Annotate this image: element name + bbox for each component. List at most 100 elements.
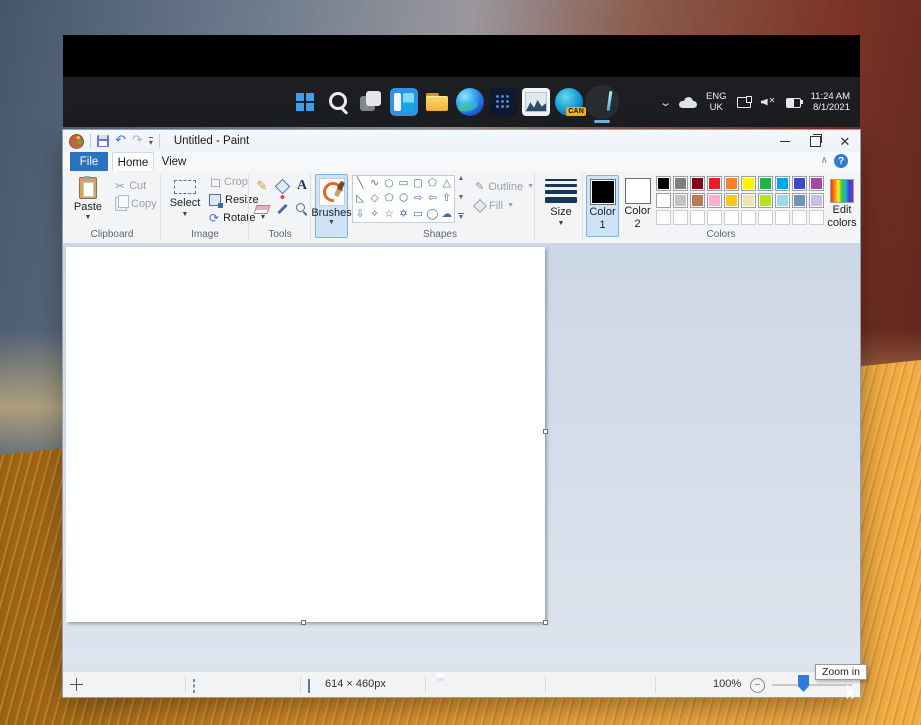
shape-line[interactable]: ╲ [357, 177, 363, 190]
widgets-icon[interactable] [390, 88, 418, 116]
palette-swatch-empty[interactable] [775, 210, 790, 225]
outline-button[interactable]: ✎ Outline ▼ [475, 180, 534, 193]
shape-five-point-star[interactable]: ☆ [384, 208, 393, 221]
customize-qat-icon[interactable]: ▾ [148, 136, 153, 146]
paint-canvas[interactable] [66, 247, 545, 622]
magnifier-tool[interactable] [294, 202, 310, 216]
palette-swatch[interactable] [792, 193, 807, 208]
canvas-resize-handle-right[interactable] [543, 429, 548, 434]
shape-oval[interactable]: ○ [384, 177, 393, 190]
close-button[interactable]: ✕ [830, 130, 860, 152]
volume-muted-icon[interactable] [761, 96, 777, 109]
palette-swatch[interactable] [690, 176, 705, 191]
palette-swatch[interactable] [758, 176, 773, 191]
zoom-slider-thumb[interactable] [798, 675, 809, 692]
shapes-scroll-down-icon[interactable]: ▼ [458, 194, 465, 201]
size-button[interactable]: Size ▼ [540, 175, 582, 237]
shape-arrow-left[interactable]: ⇦ [428, 192, 437, 205]
palette-swatch-empty[interactable] [741, 210, 756, 225]
help-button[interactable]: ? [834, 154, 848, 168]
fill-button[interactable]: Fill ▼ [472, 198, 514, 214]
paste-button[interactable]: Paste ▼ [71, 175, 105, 237]
resize-button[interactable]: Resize [209, 194, 259, 208]
zoom-slider-track[interactable] [772, 684, 852, 686]
palette-swatch[interactable] [741, 193, 756, 208]
shape-triangle[interactable]: △ [443, 177, 451, 190]
paint-icon[interactable] [588, 88, 616, 123]
display-icon[interactable] [736, 95, 752, 109]
pencil-tool[interactable]: ✎ [254, 179, 270, 194]
shape-four-point-star[interactable]: ✧ [370, 208, 379, 221]
palette-swatch[interactable] [724, 176, 739, 191]
color2-button[interactable]: Color 2 [621, 175, 654, 237]
shapes-scroll-up-icon[interactable]: ▲ [458, 175, 465, 182]
tray-chevron-icon[interactable]: ⌄ [659, 96, 672, 109]
palette-swatch[interactable] [775, 193, 790, 208]
shape-polygon[interactable]: ⬠ [428, 177, 437, 190]
palette-swatch[interactable] [690, 193, 705, 208]
camtasia-icon[interactable]: CAN [555, 88, 586, 116]
search-icon[interactable] [324, 88, 352, 116]
shape-curve[interactable]: ∿ [370, 177, 379, 190]
paint-app-icon[interactable] [69, 133, 84, 149]
palette-swatch-empty[interactable] [673, 210, 688, 225]
app-cube-icon[interactable] [489, 88, 517, 116]
canvas-resize-handle-corner[interactable] [543, 620, 548, 625]
shape-rectangle[interactable]: ▭ [399, 177, 409, 190]
task-view-icon[interactable] [357, 88, 385, 116]
palette-swatch[interactable] [656, 176, 671, 191]
minimize-button[interactable] [770, 130, 800, 152]
shape-cloud-callout[interactable]: ☁ [442, 208, 453, 221]
photos-icon[interactable] [522, 88, 550, 116]
shapes-more-icon[interactable]: ▼ [457, 213, 465, 221]
shape-right-triangle[interactable]: ◺ [356, 192, 364, 205]
canvas-resize-handle-bottom[interactable] [301, 620, 306, 625]
palette-swatch-empty[interactable] [656, 210, 671, 225]
palette-swatch[interactable] [809, 176, 824, 191]
clock[interactable]: 11:24 AM 8/1/2021 [811, 91, 850, 114]
language-indicator[interactable]: ENG UK [706, 91, 727, 113]
collapse-ribbon-icon[interactable]: ∧ [821, 155, 828, 166]
start-icon[interactable] [291, 88, 319, 116]
palette-swatch[interactable] [741, 176, 756, 191]
eraser-tool[interactable] [253, 202, 271, 216]
shapes-scrollbar[interactable]: ▲ ▼ ▼ [456, 175, 466, 221]
palette-swatch[interactable] [673, 193, 688, 208]
copy-button[interactable]: Copy [115, 195, 157, 211]
palette-swatch[interactable] [809, 193, 824, 208]
zoom-out-button[interactable]: − [750, 678, 765, 693]
crop-button[interactable]: Crop [209, 176, 248, 188]
palette-swatch[interactable] [758, 193, 773, 208]
restore-button[interactable] [800, 130, 830, 152]
palette-swatch[interactable] [792, 176, 807, 191]
redo-icon[interactable]: ↷ [132, 134, 143, 147]
palette-swatch-empty[interactable] [690, 210, 705, 225]
palette-swatch[interactable] [707, 176, 722, 191]
onedrive-cloud-icon[interactable] [678, 96, 697, 108]
tab-file[interactable]: File [70, 152, 108, 171]
shape-arrow-right[interactable]: ⇨ [414, 192, 423, 205]
text-tool[interactable]: A [294, 178, 310, 193]
shape-arrow-down[interactable]: ⇩ [356, 208, 365, 221]
select-button[interactable]: Select ▼ [167, 175, 203, 237]
palette-swatch-empty[interactable] [809, 210, 824, 225]
palette-swatch[interactable] [673, 176, 688, 191]
file-explorer-icon[interactable] [423, 88, 451, 116]
battery-icon[interactable] [785, 96, 803, 109]
palette-swatch-empty[interactable] [758, 210, 773, 225]
palette-swatch[interactable] [775, 176, 790, 191]
color1-button[interactable]: Color 1 [586, 175, 619, 237]
color-picker-tool[interactable] [274, 202, 290, 216]
palette-swatch[interactable] [707, 193, 722, 208]
shape-hexagon[interactable]: ⬡ [399, 192, 408, 205]
edge-icon[interactable] [456, 88, 484, 116]
tab-home[interactable]: Home [112, 152, 154, 172]
shape-rounded-rectangle[interactable]: ▢ [413, 177, 423, 190]
shape-rounded-callout[interactable]: ▭ [413, 208, 423, 221]
shape-six-point-star[interactable]: ✡ [399, 208, 408, 221]
palette-swatch-empty[interactable] [707, 210, 722, 225]
shape-oval-callout[interactable]: ◯ [426, 208, 438, 221]
palette-swatch[interactable] [656, 193, 671, 208]
brushes-button[interactable]: Brushes ▼ [311, 174, 352, 238]
palette-swatch-empty[interactable] [792, 210, 807, 225]
